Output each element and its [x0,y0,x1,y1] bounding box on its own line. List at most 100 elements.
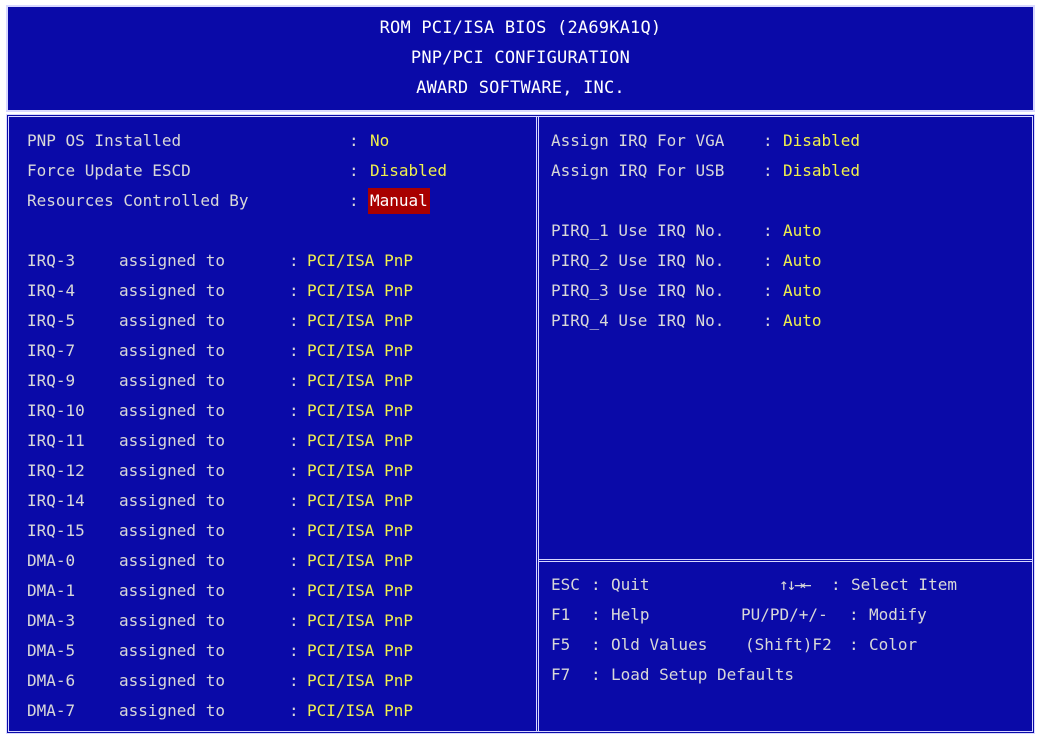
assignment-resource: DMA-1 [27,581,76,600]
assignment-colon: : [289,491,299,510]
setting-colon: : [763,251,773,270]
setting-row-assign-irq-usb[interactable]: Assign IRQ For USB : Disabled [551,158,860,184]
assignment-resource: IRQ-5 [27,311,76,330]
setting-value[interactable]: Auto [783,308,822,334]
assignment-text: assigned to [119,461,225,480]
setup-panel: PNP OS Installed : No Force Update ESCD … [6,114,1035,734]
assignment-colon: : [289,461,299,480]
setting-colon: : [763,221,773,240]
setting-value[interactable]: Auto [783,218,822,244]
assignment-colon: : [289,251,299,270]
assignment-text: assigned to [119,551,225,570]
assignment-value[interactable]: PCI/ISA PnP [307,518,413,544]
assignment-colon: : [289,431,299,450]
setting-label: PIRQ_2 Use IRQ No. [551,251,725,270]
assignment-value[interactable]: PCI/ISA PnP [307,698,413,724]
assignment-value[interactable]: PCI/ISA PnP [307,248,413,274]
setting-value[interactable]: Auto [783,248,822,274]
bios-title: ROM PCI/ISA BIOS (2A69KA1Q) [379,18,662,38]
key-pupd: PU/PD/+/- [741,605,828,624]
key-color-desc: Color [869,635,918,654]
selected-setting-value[interactable]: Manual [368,188,430,214]
assignment-text: assigned to [119,641,225,660]
assignment-resource: IRQ-11 [27,431,85,450]
setting-colon: : [349,161,359,180]
key-select-desc: Select Item [851,575,957,594]
assignment-resource: IRQ-15 [27,521,85,540]
assignment-resource: DMA-0 [27,551,76,570]
key-colon: : [591,635,601,654]
assignment-colon: : [289,671,299,690]
setting-colon: : [763,281,773,300]
assignment-text: assigned to [119,251,225,270]
arrow-keys-icon: ↑↓→← [779,575,812,594]
assignment-resource: DMA-6 [27,671,76,690]
key-colon: : [849,605,859,624]
vertical-divider [536,117,539,731]
key-f5-desc: Old Values [611,635,708,654]
setting-row-pirq-3[interactable]: PIRQ_3 Use IRQ No. : Auto [551,278,822,304]
assignment-colon: : [289,641,299,660]
setting-colon: : [763,131,773,150]
assignment-text: assigned to [119,371,225,390]
key-f5: F5 [551,635,571,654]
setting-value[interactable]: Disabled [783,128,860,154]
setting-colon: : [763,311,773,330]
setting-label: PIRQ_3 Use IRQ No. [551,281,725,300]
setting-label: Resources Controlled By [27,191,249,210]
setting-row-pirq-4[interactable]: PIRQ_4 Use IRQ No. : Auto [551,308,822,334]
key-colon: : [849,635,859,654]
assignment-colon: : [289,521,299,540]
setting-value[interactable]: Auto [783,278,822,304]
assignment-colon: : [289,701,299,720]
key-f7-desc: Load Setup Defaults [611,665,795,684]
assignment-resource: IRQ-4 [27,281,76,300]
assignment-resource: IRQ-14 [27,491,85,510]
assignment-value[interactable]: PCI/ISA PnP [307,458,413,484]
setting-row-assign-irq-vga[interactable]: Assign IRQ For VGA : Disabled [551,128,860,154]
assignment-colon: : [289,401,299,420]
assignment-value[interactable]: PCI/ISA PnP [307,608,413,634]
assignment-value[interactable]: PCI/ISA PnP [307,638,413,664]
key-shift-f2: (Shift)F2 [745,635,832,654]
setting-colon: : [349,131,359,150]
setting-row-pirq-1[interactable]: PIRQ_1 Use IRQ No. : Auto [551,218,822,244]
setting-value[interactable]: Disabled [783,158,860,184]
assignment-text: assigned to [119,521,225,540]
setting-label: PNP OS Installed [27,131,182,150]
assignment-colon: : [289,551,299,570]
assignment-colon: : [289,611,299,630]
assignment-value[interactable]: PCI/ISA PnP [307,578,413,604]
assignment-resource: DMA-7 [27,701,76,720]
setting-value[interactable]: Disabled [370,158,447,184]
assignment-value[interactable]: PCI/ISA PnP [307,548,413,574]
setting-label: Assign IRQ For USB [551,161,725,180]
assignment-value[interactable]: PCI/ISA PnP [307,278,413,304]
setting-value[interactable]: No [370,128,389,154]
setting-row-force-update-escd[interactable]: Force Update ESCD : Disabled [27,158,447,184]
assignment-value[interactable]: PCI/ISA PnP [307,338,413,364]
assignment-colon: : [289,371,299,390]
assignment-text: assigned to [119,281,225,300]
setting-colon: : [349,191,359,210]
page-title: PNP/PCI CONFIGURATION [410,48,631,68]
assignment-text: assigned to [119,611,225,630]
assignment-colon: : [289,581,299,600]
setting-row-resources-controlled-by[interactable]: Resources Controlled By : Manual [27,188,430,214]
assignment-value[interactable]: PCI/ISA PnP [307,428,413,454]
assignment-resource: DMA-3 [27,611,76,630]
assignment-value[interactable]: PCI/ISA PnP [307,308,413,334]
setting-row-pirq-2[interactable]: PIRQ_2 Use IRQ No. : Auto [551,248,822,274]
assignment-text: assigned to [119,341,225,360]
assignment-value[interactable]: PCI/ISA PnP [307,668,413,694]
assignment-colon: : [289,281,299,300]
assignment-text: assigned to [119,671,225,690]
key-colon: : [591,575,601,594]
key-colon: : [591,605,601,624]
assignment-value[interactable]: PCI/ISA PnP [307,488,413,514]
setting-label: Force Update ESCD [27,161,191,180]
assignment-resource: DMA-5 [27,641,76,660]
assignment-value[interactable]: PCI/ISA PnP [307,368,413,394]
assignment-value[interactable]: PCI/ISA PnP [307,398,413,424]
setting-row-pnp-os[interactable]: PNP OS Installed : No [27,128,389,154]
